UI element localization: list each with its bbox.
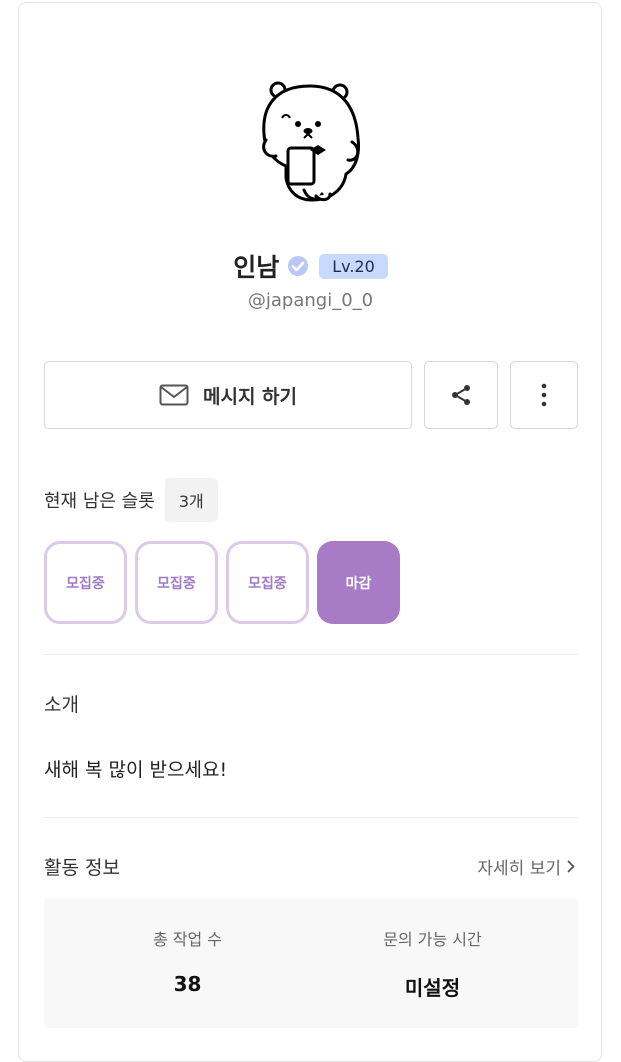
share-button[interactable]: [424, 361, 498, 429]
mail-icon: [159, 384, 189, 406]
slots-summary: 현재 남은 슬롯 3개: [44, 478, 218, 522]
view-details-link[interactable]: 자세히 보기: [477, 854, 575, 879]
divider: [44, 817, 578, 818]
slots-count-badge: 3개: [164, 478, 218, 522]
slot-recruiting[interactable]: 모집중: [44, 541, 127, 624]
message-button-label: 메시지 하기: [202, 385, 297, 408]
intro-text: 새해 복 많이 받으세요!: [44, 759, 228, 781]
level-badge: Lv.20: [319, 253, 388, 279]
message-button[interactable]: 메시지 하기: [44, 361, 412, 429]
intro-title: 소개: [44, 694, 79, 716]
stat-value: 38: [173, 972, 202, 996]
stat-label: 총 작업 수: [152, 930, 223, 949]
chevron-right-icon: [567, 860, 575, 873]
slot-recruiting[interactable]: 모집중: [135, 541, 218, 624]
activity-stats: 총 작업 수 38 문의 가능 시간 미설정: [44, 898, 578, 1028]
verified-check-icon: [288, 256, 309, 276]
slot-list: 모집중 모집중 모집중 마감: [44, 541, 400, 624]
more-options-button[interactable]: [510, 361, 578, 429]
more-vertical-icon: [541, 383, 547, 407]
activity-title: 활동 정보: [44, 857, 120, 879]
profile-name-row: 인남 Lv.20: [0, 248, 621, 284]
divider: [44, 654, 578, 655]
share-icon: [452, 385, 470, 405]
profile-handle: @japangi_0_0: [247, 290, 374, 311]
stat-label: 문의 가능 시간: [383, 930, 482, 949]
slot-closed[interactable]: 마감: [317, 541, 400, 624]
slots-label: 현재 남은 슬롯: [44, 491, 155, 512]
slot-recruiting[interactable]: 모집중: [226, 541, 309, 624]
profile-name: 인남: [233, 253, 280, 282]
stat-value: 미설정: [404, 976, 461, 1000]
view-details-label: 자세히 보기: [477, 859, 561, 879]
avatar: [262, 81, 360, 202]
